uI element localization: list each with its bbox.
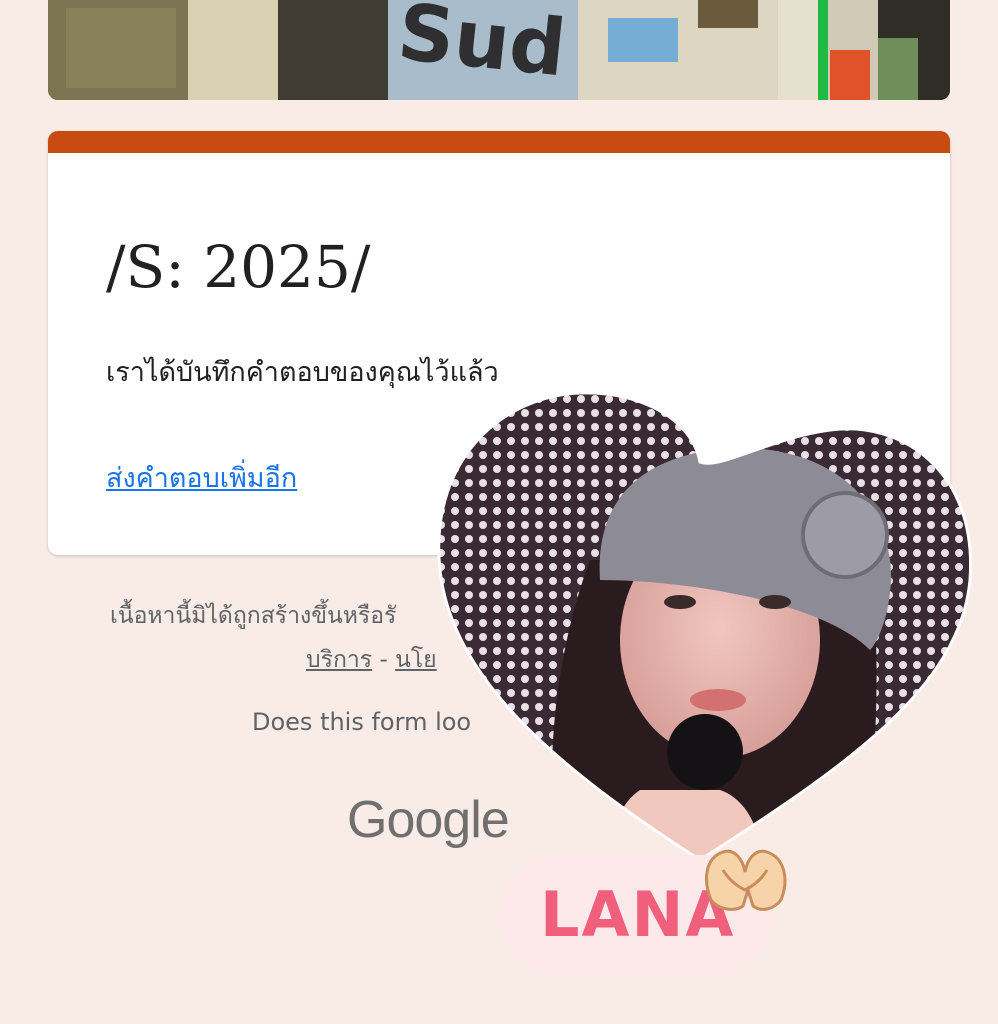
photo-eye-left <box>664 595 696 609</box>
collage-panel <box>698 0 758 28</box>
confirmation-message: เราได้บันทึกคำตอบของคุณไว้แล้ว <box>106 357 499 388</box>
collage-panel <box>818 0 828 100</box>
terms-link[interactable]: บริการ <box>306 647 372 673</box>
collage-panel <box>830 50 870 100</box>
privacy-link[interactable]: นโย <box>395 647 437 673</box>
form-title: /S: 2025/ <box>106 233 371 301</box>
photo-face <box>620 522 820 758</box>
heart-hands-icon <box>705 849 787 911</box>
collage-panel <box>278 0 388 100</box>
collage-panel <box>608 18 678 62</box>
footer-links: บริการ - นโย <box>306 642 437 678</box>
google-forms-logo: Google <box>347 791 510 849</box>
collage-panel <box>778 0 818 100</box>
submit-another-response-link[interactable]: ส่งคำตอบเพิ่มอีก <box>106 456 297 499</box>
photo-lips <box>690 689 746 711</box>
collage-panel <box>66 8 176 88</box>
photo-microphone <box>667 714 743 790</box>
photo-eye-right <box>759 595 791 609</box>
disclaimer-text: เนื้อหานี้มิได้ถูกสร้างขึ้นหรือรั <box>110 603 397 629</box>
collage-panel <box>878 38 918 100</box>
photo-hair <box>551 560 877 860</box>
header-banner: Sud <box>48 0 950 100</box>
form-confirmation-card: /S: 2025/ เราได้บันทึกคำตอบของคุณไว้แล้ว… <box>48 131 950 555</box>
link-separator: - <box>379 647 388 673</box>
report-form-text[interactable]: Does this form loo <box>252 708 471 736</box>
collage-panel <box>188 0 278 100</box>
